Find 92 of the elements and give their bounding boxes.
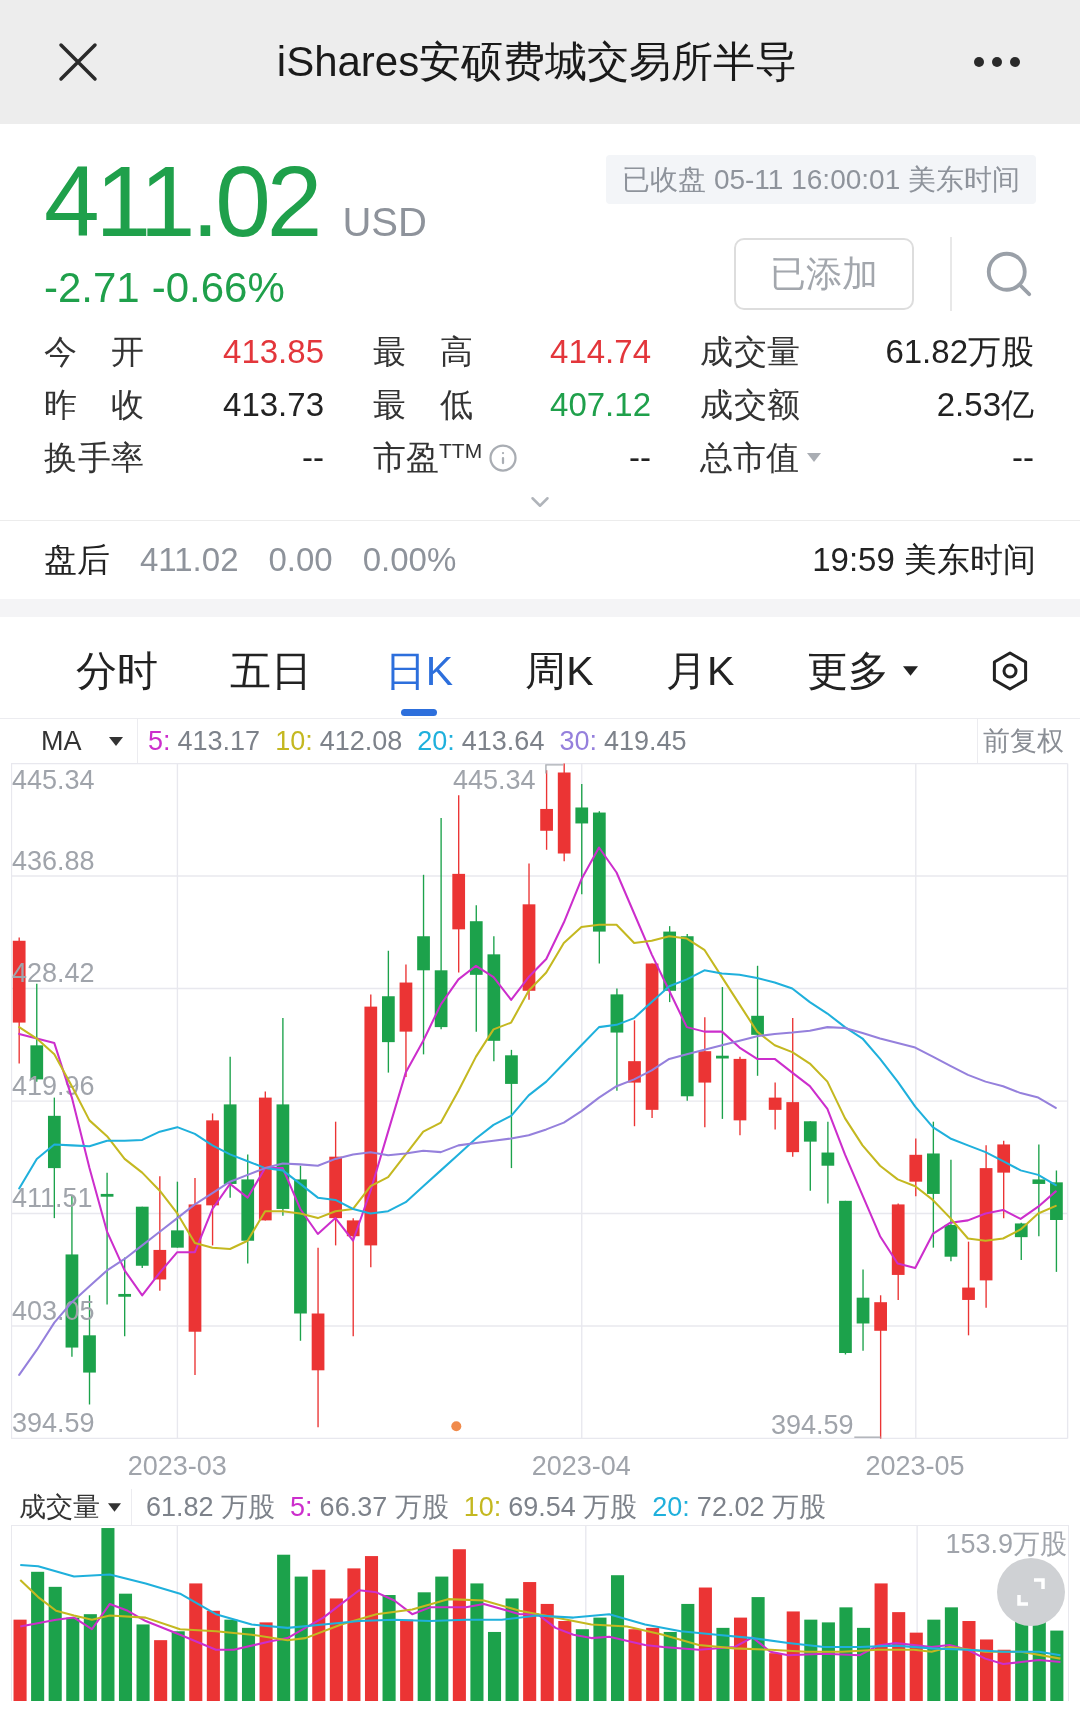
more-button[interactable] bbox=[974, 56, 1020, 68]
market-status: 已收盘 05-11 16:00:01 美东时间 bbox=[606, 155, 1036, 204]
more-icon bbox=[974, 57, 1020, 67]
legend-key: 30: bbox=[559, 726, 597, 756]
volume-bar bbox=[997, 1649, 1011, 1701]
caret-down-icon bbox=[108, 1502, 121, 1512]
legend-key: 20: bbox=[417, 726, 455, 756]
chart-tab[interactable]: 五日 bbox=[230, 617, 313, 718]
legend-key: 5: bbox=[148, 726, 171, 756]
chart-tab[interactable]: 日K bbox=[384, 617, 453, 718]
price-change: -2.71 bbox=[44, 264, 140, 312]
after-hours-change: 0.00 bbox=[268, 540, 333, 580]
leader-line bbox=[853, 1436, 882, 1438]
stat-value: 414.74 bbox=[550, 331, 651, 372]
volume-bar bbox=[628, 1629, 642, 1701]
rising-candle bbox=[768, 1081, 782, 1131]
stat-label: 成交额 bbox=[700, 384, 800, 425]
legend-key: 10: bbox=[275, 726, 313, 756]
volume-bar bbox=[487, 1631, 502, 1701]
stat-label: 最 高 bbox=[373, 331, 473, 372]
falling-candle bbox=[171, 1181, 184, 1249]
falling-candle bbox=[135, 1206, 149, 1269]
volume-bar bbox=[154, 1640, 168, 1701]
stat-value: 407.12 bbox=[550, 384, 651, 425]
volume-bar bbox=[980, 1639, 994, 1701]
close-button[interactable] bbox=[56, 40, 100, 84]
volume-bar bbox=[909, 1632, 923, 1701]
event-marker-icon bbox=[451, 1421, 462, 1432]
chart-tab[interactable]: 更多 bbox=[806, 617, 918, 718]
stat-label: 成交量 bbox=[700, 331, 800, 372]
volume-bar bbox=[1050, 1630, 1064, 1701]
legend-value: 412.08 bbox=[319, 726, 403, 756]
x-axis-label: 2023-04 bbox=[531, 1451, 631, 1481]
stat-value: 413.85 bbox=[223, 331, 324, 372]
x-axis-label: 2023-03 bbox=[127, 1451, 227, 1481]
legend-value: 419.45 bbox=[603, 726, 687, 756]
stat-label: 今 开 bbox=[44, 331, 144, 372]
volume-total: 61.82 万股 bbox=[146, 1492, 276, 1522]
stat-value: -- bbox=[302, 437, 324, 478]
indicator-dropdown[interactable]: MA bbox=[11, 719, 138, 763]
stat-label: 市盈$^{TTM}$ bbox=[373, 437, 483, 478]
volume-bar bbox=[171, 1631, 185, 1701]
volume-scale-label: 153.9万股 bbox=[945, 1529, 1067, 1559]
tab-underline bbox=[400, 709, 437, 716]
after-hours-label: 盘后 bbox=[44, 540, 110, 580]
volume-bar bbox=[663, 1631, 677, 1701]
volume-dropdown[interactable]: 成交量 bbox=[11, 1489, 132, 1525]
falling-candle bbox=[803, 1120, 817, 1192]
legend-key: 5: bbox=[290, 1492, 313, 1522]
stat-label: 换手率 bbox=[44, 437, 144, 478]
legend-value: 69.54 万股 bbox=[508, 1492, 638, 1522]
page-title: iShares安硕费城交易所半导 bbox=[275, 37, 799, 87]
info-icon[interactable] bbox=[488, 442, 519, 473]
volume-bar bbox=[575, 1629, 589, 1701]
currency-label: USD bbox=[342, 200, 427, 244]
after-hours-price: 411.02 bbox=[140, 540, 239, 580]
legend-value: 413.17 bbox=[177, 726, 261, 756]
stat-label: 昨 收 bbox=[44, 384, 144, 425]
after-hours-change-percent: 0.00% bbox=[362, 540, 457, 580]
y-axis-label: 394.59 bbox=[12, 1411, 95, 1436]
stat-value: 413.73 bbox=[223, 384, 324, 425]
expand-icon bbox=[1016, 1577, 1046, 1607]
stat-value: 2.53亿 bbox=[936, 384, 1034, 425]
y-axis-label: 436.88 bbox=[12, 848, 95, 873]
volume-bar bbox=[769, 1653, 783, 1701]
falling-candle bbox=[1014, 1221, 1028, 1261]
last-price: 411.02 bbox=[44, 151, 319, 251]
close-icon bbox=[58, 42, 98, 82]
legend-key: 10: bbox=[463, 1492, 502, 1522]
leader-line bbox=[545, 764, 564, 775]
chart-tab[interactable]: 月K bbox=[665, 617, 735, 718]
legend-value: 66.37 万股 bbox=[319, 1492, 449, 1522]
stat-label: 最 低 bbox=[373, 384, 473, 425]
legend-value: 72.02 万股 bbox=[696, 1492, 826, 1522]
after-hours-time: 19:59 美东时间 bbox=[812, 540, 1036, 580]
price-change-percent: -0.66% bbox=[151, 264, 285, 312]
stat-value: -- bbox=[629, 437, 651, 478]
low-price-label: 394.59 bbox=[771, 1413, 854, 1437]
caret-down-icon bbox=[807, 453, 821, 462]
caret-down-icon bbox=[902, 666, 918, 676]
stat-label: 总市值 bbox=[700, 437, 799, 478]
rising-candle bbox=[909, 1137, 923, 1197]
chart-tab[interactable]: 分时 bbox=[76, 617, 158, 718]
y-axis-max-label: 445.34 bbox=[12, 768, 95, 792]
legend-value: 413.64 bbox=[461, 726, 545, 756]
stat-value: 61.82万股 bbox=[885, 331, 1034, 372]
legend-key: 20: bbox=[652, 1492, 690, 1522]
stat-value: -- bbox=[1012, 437, 1034, 478]
caret-down-icon bbox=[109, 736, 123, 746]
x-axis-label: 2023-05 bbox=[865, 1451, 965, 1481]
high-price-label: 445.34 bbox=[453, 768, 536, 792]
chart-tab[interactable]: 周K bbox=[525, 617, 594, 718]
